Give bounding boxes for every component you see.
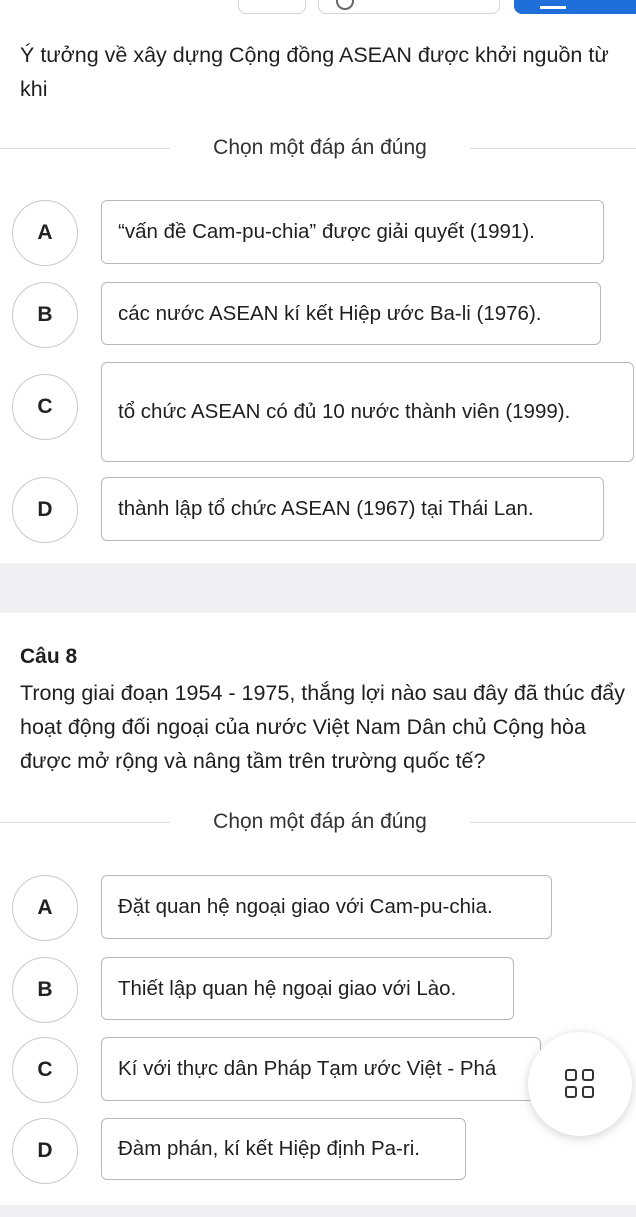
option-b-radio[interactable]: B: [12, 957, 78, 1023]
choose-one-label: Chọn một đáp án đúng: [213, 136, 427, 159]
question-grid-button[interactable]: [528, 1032, 632, 1136]
option-d-radio[interactable]: D: [12, 477, 78, 543]
option-a-radio[interactable]: A: [12, 875, 78, 941]
grid-icon: [565, 1069, 595, 1099]
question-text: Trong giai đoạn 1954 - 1975, thắng lợi n…: [20, 681, 625, 773]
divider: [0, 148, 170, 149]
top-toolbar: [0, 0, 636, 16]
option-d[interactable]: Đàm phán, kí kết Hiệp định Pa-ri.: [101, 1118, 466, 1180]
option-b[interactable]: các nước ASEAN kí kết Hiệp ước Ba-li (19…: [101, 282, 601, 345]
option-c-radio[interactable]: C: [12, 374, 78, 440]
option-b[interactable]: Thiết lập quan hệ ngoại giao với Lào.: [101, 957, 514, 1020]
question-text: Ý tưởng về xây dựng Cộng đồng ASEAN được…: [20, 43, 609, 101]
menu-icon: [540, 6, 566, 9]
option-d-radio[interactable]: D: [12, 1118, 78, 1184]
option-b-radio[interactable]: B: [12, 282, 78, 348]
option-a-radio[interactable]: A: [12, 200, 78, 266]
question-number: Câu 8: [20, 645, 78, 668]
divider: [470, 148, 636, 149]
toolbar-button[interactable]: [238, 0, 306, 14]
submit-button[interactable]: [514, 0, 636, 14]
question-separator: [0, 563, 636, 613]
choose-one-header: Chọn một đáp án đúng: [0, 136, 636, 160]
option-c-radio[interactable]: C: [12, 1037, 78, 1103]
choose-one-label: Chọn một đáp án đúng: [213, 810, 427, 833]
divider: [0, 822, 170, 823]
question-separator: [0, 1205, 636, 1217]
choose-one-header: Chọn một đáp án đúng: [0, 810, 636, 834]
option-c[interactable]: tổ chức ASEAN có đủ 10 nước thành viên (…: [101, 362, 634, 462]
divider: [470, 822, 636, 823]
option-a[interactable]: “vấn đề Cam-pu-chia” được giải quyết (19…: [101, 200, 604, 264]
option-a[interactable]: Đặt quan hệ ngoại giao với Cam-pu-chia.: [101, 875, 552, 939]
option-c[interactable]: Kí với thực dân Pháp Tạm ước Việt - Phá: [101, 1037, 541, 1101]
option-d[interactable]: thành lập tổ chức ASEAN (1967) tại Thái …: [101, 477, 604, 541]
